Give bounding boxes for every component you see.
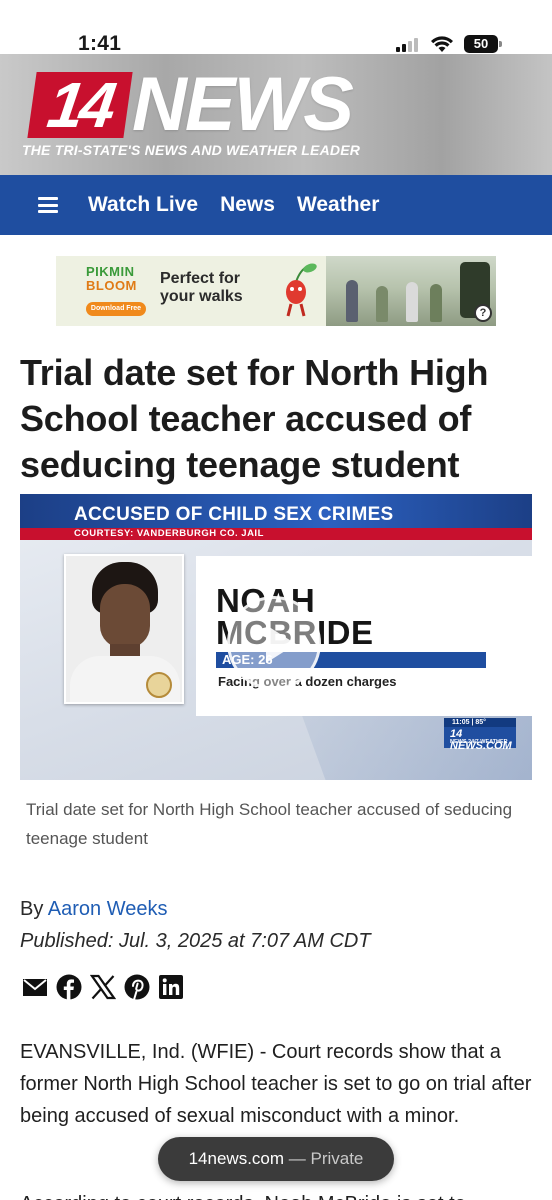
ad-brand-line2: BLOOM [86, 278, 137, 293]
logo-number: 14 [27, 69, 133, 141]
ad-photo [326, 256, 496, 326]
hamburger-icon[interactable] [38, 197, 58, 213]
video-banner-title: ACCUSED OF CHILD SEX CRIMES [74, 504, 394, 525]
browser-url: 14news.com [188, 1149, 285, 1168]
nav-news[interactable]: News [220, 193, 275, 217]
byline-prefix: By [20, 898, 48, 920]
x-icon[interactable] [89, 974, 117, 1000]
pinterest-icon[interactable] [124, 974, 150, 1000]
site-logo[interactable]: 14 NEWS [27, 62, 354, 147]
share-bar [22, 974, 184, 1000]
bug-time-temp: 11:05 | 85° [444, 718, 516, 727]
email-icon[interactable] [22, 974, 48, 1000]
ad-brand-line1: PIKMIN [86, 264, 135, 279]
browser-mode: — Private [284, 1149, 364, 1168]
video-caption: Trial date set for North High School tea… [26, 800, 513, 848]
linkedin-icon[interactable] [158, 974, 184, 1000]
wifi-icon [430, 35, 454, 53]
article-headline: Trial date set for North High School tea… [20, 352, 489, 485]
ad-download-button[interactable]: Download Free [86, 302, 146, 316]
article-paragraph-2: According to court records, Noah McBride… [20, 1188, 535, 1200]
tagline: THE TRI-STATE'S NEWS AND WEATHER LEADER [22, 142, 361, 158]
mugshot-image [64, 554, 184, 704]
play-icon[interactable] [227, 596, 321, 690]
pikmin-icon [274, 262, 320, 320]
nav-watch-live[interactable]: Watch Live [88, 193, 198, 217]
main-nav: Watch Live News Weather [0, 175, 552, 235]
status-time: 1:41 [78, 32, 122, 55]
bug-sub: NEWS 24/7 WEATHER [450, 739, 508, 745]
article-paragraph-1: EVANSVILLE, Ind. (WFIE) - Court records … [20, 1041, 532, 1127]
nav-weather[interactable]: Weather [297, 193, 379, 217]
cellular-signal-icon [396, 38, 420, 52]
facebook-icon[interactable] [56, 974, 82, 1000]
browser-address-pill[interactable]: 14news.com — Private [158, 1137, 394, 1181]
station-bug: 11:05 | 85° 14 NEWS.COM NEWS 24/7 WEATHE… [444, 718, 516, 752]
logo-word: NEWS [132, 62, 354, 147]
site-header: 14 NEWS THE TRI-STATE'S NEWS AND WEATHER… [0, 54, 552, 175]
ad-headline: Perfect for your walks [160, 270, 243, 305]
ad-help-icon[interactable]: ? [474, 304, 492, 322]
video-player[interactable]: ACCUSED OF CHILD SEX CRIMES COURTESY: VA… [20, 494, 532, 780]
byline: By Aaron Weeks [20, 898, 167, 921]
status-bar: 1:41 50 [0, 0, 552, 55]
published-date: Published: Jul. 3, 2025 at 7:07 AM CDT [20, 930, 371, 952]
ad-banner[interactable]: PIKMIN BLOOM Download Free Perfect for y… [56, 256, 496, 326]
battery-icon: 50 [464, 35, 502, 53]
video-banner-subtitle: COURTESY: VANDERBURGH CO. JAIL [74, 528, 264, 539]
author-link[interactable]: Aaron Weeks [48, 898, 168, 920]
